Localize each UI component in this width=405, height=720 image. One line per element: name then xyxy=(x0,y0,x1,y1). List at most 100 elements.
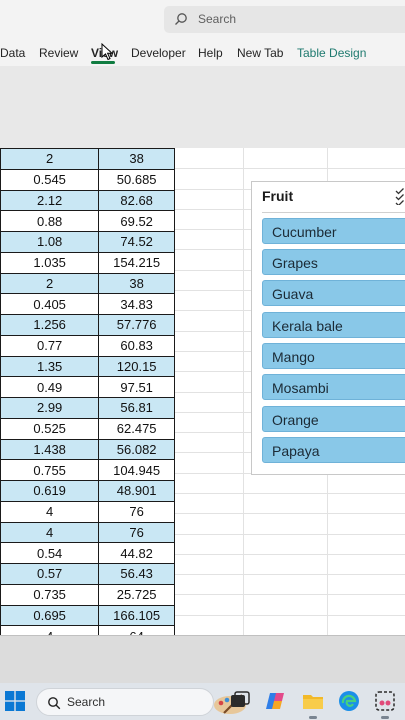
slicer-item-guava[interactable]: Guava xyxy=(262,280,405,306)
slicer-item-kerala-bale[interactable]: Kerala bale xyxy=(262,312,405,338)
table-cell-col2[interactable]: 57.776 xyxy=(98,314,175,336)
slicer-item-label: Grapes xyxy=(272,255,318,271)
table-cell-col1[interactable]: 0.405 xyxy=(0,293,100,315)
table-cell-col2[interactable]: 120.15 xyxy=(98,355,175,378)
table-cell-col1[interactable]: 0.695 xyxy=(0,604,100,627)
table-cell-col2[interactable]: 62.475 xyxy=(98,417,175,440)
task-view-icon[interactable] xyxy=(228,689,252,713)
table-cell-col2[interactable]: 60.83 xyxy=(98,334,175,357)
gridline-h xyxy=(175,594,405,595)
table-cell-col2[interactable]: 74.52 xyxy=(98,231,175,253)
table-cell-col2[interactable]: 104.945 xyxy=(98,459,175,481)
table-cell-col1[interactable]: 0.49 xyxy=(0,376,100,398)
windows-start-icon[interactable] xyxy=(5,691,25,711)
snipping-tool-icon[interactable] xyxy=(373,689,397,713)
table-cell-col1[interactable]: 0.619 xyxy=(0,480,100,502)
table-cell-col2[interactable]: 82.68 xyxy=(98,189,175,212)
slicer-item-cucumber[interactable]: Cucumber xyxy=(262,218,405,244)
table-cell-col1[interactable]: 1.035 xyxy=(0,251,100,274)
table-cell-col2[interactable]: 48.901 xyxy=(98,480,175,502)
table-cell-col2[interactable]: 56.81 xyxy=(98,397,175,419)
tab-new-tab[interactable]: New Tab xyxy=(237,46,283,60)
table-row[interactable]: 1.256 57.776 xyxy=(0,314,175,336)
slicer-item-papaya[interactable]: Papaya xyxy=(262,437,405,463)
table-row[interactable]: 464 xyxy=(0,625,175,635)
table-cell-col1[interactable]: 0.525 xyxy=(0,417,100,440)
table-row[interactable]: 0.88 69.52 xyxy=(0,210,175,232)
table-cell-col2[interactable]: 76 xyxy=(98,521,175,544)
table-cell-col2[interactable]: 56.082 xyxy=(98,438,175,461)
table-row[interactable]: 2 38 xyxy=(0,148,175,170)
table-cell-col1[interactable]: 0.54 xyxy=(0,542,100,564)
table-cell-col2[interactable]: 38 xyxy=(98,272,175,295)
table-row[interactable]: 0.57 56.43 xyxy=(0,563,175,585)
table-row[interactable]: 1.438 56.082 xyxy=(0,438,175,461)
table-row[interactable]: 0.545 50.685 xyxy=(0,168,175,191)
taskbar-search[interactable]: Search xyxy=(36,688,246,716)
fruit-slicer[interactable]: Fruit Cucumber Grapes Guava Kerala bale … xyxy=(251,181,405,475)
table-cell-col2[interactable]: 56.43 xyxy=(98,563,175,585)
slicer-item-mango[interactable]: Mango xyxy=(262,343,405,369)
table-cell-col2[interactable]: 44.82 xyxy=(98,542,175,564)
tab-table-design[interactable]: Table Design xyxy=(297,46,366,60)
table-cell-col2[interactable]: 154.215 xyxy=(98,251,175,274)
table-cell-col1[interactable]: 0.77 xyxy=(0,334,100,357)
table-cell-col2[interactable]: 25.725 xyxy=(98,583,175,606)
table-row[interactable]: 0.54 44.82 xyxy=(0,542,175,564)
slicer-item-orange[interactable]: Orange xyxy=(262,406,405,432)
multi-select-icon[interactable] xyxy=(395,187,405,205)
table-cell-col2[interactable]: 38 xyxy=(98,148,175,170)
table-cell-col1[interactable]: 4 xyxy=(0,625,100,635)
mouse-cursor-icon xyxy=(101,43,113,61)
table-cell-col2[interactable]: 64 xyxy=(98,625,175,635)
table-row[interactable]: 2 38 xyxy=(0,272,175,295)
table-cell-col1[interactable]: 1.35 xyxy=(0,355,100,378)
table-row[interactable]: 1.08 74.52 xyxy=(0,231,175,253)
table-row[interactable]: 0.695 166.105 xyxy=(0,604,175,627)
table-cell-col2[interactable]: 76 xyxy=(98,500,175,523)
running-indicator xyxy=(309,716,317,719)
table-row[interactable]: 0.77 60.83 xyxy=(0,334,175,357)
table-row[interactable]: 0.49 97.51 xyxy=(0,376,175,398)
table-row[interactable]: 2.12 82.68 xyxy=(0,189,175,212)
copilot-icon[interactable] xyxy=(264,689,288,713)
table-cell-col1[interactable]: 0.735 xyxy=(0,583,100,606)
table-cell-col2[interactable]: 34.83 xyxy=(98,293,175,315)
table-row[interactable]: 1.35 120.15 xyxy=(0,355,175,378)
table-row[interactable]: 0.735 25.725 xyxy=(0,583,175,606)
table-cell-col1[interactable]: 0.57 xyxy=(0,563,100,585)
table-cell-col2[interactable]: 69.52 xyxy=(98,210,175,232)
table-row[interactable]: 0.619 48.901 xyxy=(0,480,175,502)
table-cell-col1[interactable]: 2.99 xyxy=(0,397,100,419)
table-cell-col1[interactable]: 2 xyxy=(0,148,100,170)
tab-review[interactable]: Review xyxy=(39,46,78,60)
tab-developer[interactable]: Developer xyxy=(131,46,186,60)
edge-icon[interactable] xyxy=(337,689,361,713)
table-cell-col2[interactable]: 166.105 xyxy=(98,604,175,627)
slicer-item-grapes[interactable]: Grapes xyxy=(262,249,405,275)
table-cell-col1[interactable]: 1.256 xyxy=(0,314,100,336)
table-row[interactable]: 4 76 xyxy=(0,500,175,523)
table-cell-col2[interactable]: 50.685 xyxy=(98,168,175,191)
table-row[interactable]: 2.99 56.81 xyxy=(0,397,175,419)
table-row[interactable]: 0.525 62.475 xyxy=(0,417,175,440)
table-cell-col1[interactable]: 4 xyxy=(0,521,100,544)
table-row[interactable]: 0.755 104.945 xyxy=(0,459,175,481)
table-cell-col1[interactable]: 0.545 xyxy=(0,168,100,191)
table-row[interactable]: 1.035 154.215 xyxy=(0,251,175,274)
table-cell-col1[interactable]: 1.438 xyxy=(0,438,100,461)
table-cell-col1[interactable]: 0.755 xyxy=(0,459,100,481)
table-cell-col1[interactable]: 4 xyxy=(0,500,100,523)
tab-help[interactable]: Help xyxy=(198,46,223,60)
table-row[interactable]: 0.405 34.83 xyxy=(0,293,175,315)
table-cell-col1[interactable]: 2.12 xyxy=(0,189,100,212)
slicer-item-mosambi[interactable]: Mosambi xyxy=(262,374,405,400)
table-row[interactable]: 4 76 xyxy=(0,521,175,544)
table-cell-col1[interactable]: 2 xyxy=(0,272,100,295)
search-box[interactable]: Search xyxy=(164,6,405,33)
file-explorer-icon[interactable] xyxy=(301,689,325,713)
tab-data[interactable]: Data xyxy=(0,46,25,60)
table-cell-col1[interactable]: 1.08 xyxy=(0,231,100,253)
table-cell-col1[interactable]: 0.88 xyxy=(0,210,100,232)
table-cell-col2[interactable]: 97.51 xyxy=(98,376,175,398)
